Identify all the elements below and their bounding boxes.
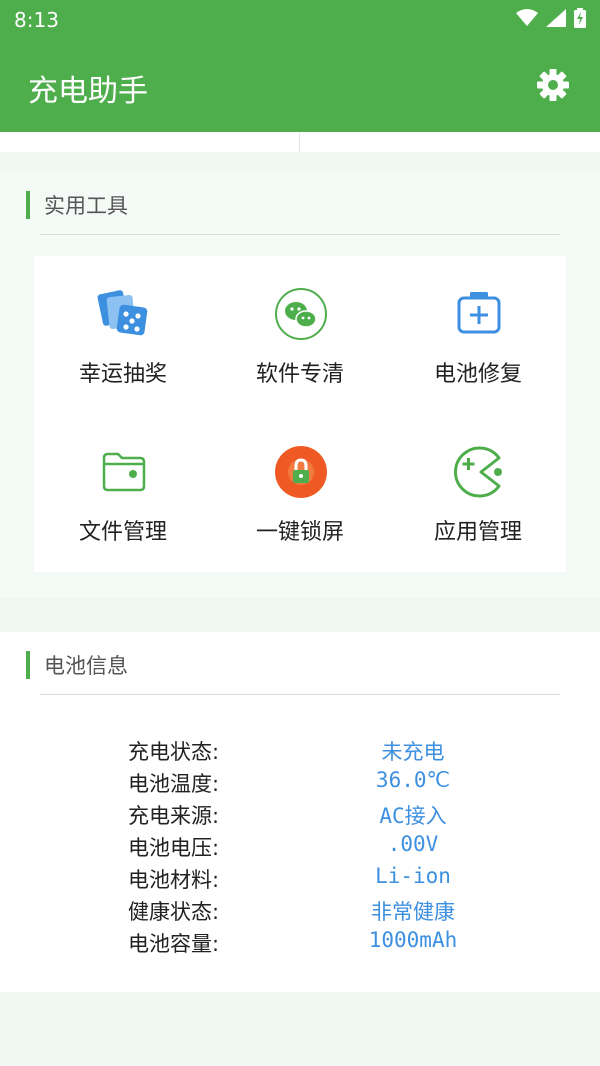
battery-charging-icon [574,8,586,28]
lock-icon [275,446,327,498]
tool-label: 电池修复 [433,362,522,387]
battery-info-card: 电池信息 充电状态: 未充电 电池温度: 36.0℃ 充电来源: AC接入 电池… [0,632,600,992]
info-value: 1000mAh [368,928,458,952]
section-divider [40,694,560,695]
signal-icon [546,9,566,27]
wifi-icon [516,9,538,26]
tool-label: 幸运抽奖 [78,362,167,387]
info-value: 未充电 [381,740,445,764]
status-bar: 8:13 [0,0,600,40]
section-accent-bar [26,651,30,679]
tool-app-manager[interactable]: 应用管理 [389,414,567,545]
tool-label: 软件专清 [255,362,344,387]
info-value: AC接入 [379,804,447,828]
info-row-charge-state: 充电状态: 未充电 [0,736,600,768]
dice-cards-icon [97,290,148,336]
info-row-health: 健康状态: 非常健康 [0,896,600,928]
section-divider [40,234,560,235]
pacman-icon [454,446,502,498]
battery-section-header: 电池信息 [26,650,128,680]
info-key: 电池电压: [128,836,220,860]
info-row-capacity: 电池容量: 1000mAh [0,928,600,960]
top-strip [0,132,600,152]
tools-card: 实用工具 幸运抽奖 软件专清 电池修复 文件管理 一键锁屏 应用管理 [0,172,600,598]
strip-divider [299,132,300,152]
tools-grid: 幸运抽奖 软件专清 电池修复 文件管理 一键锁屏 应用管理 [34,256,566,572]
tools-section-header: 实用工具 [26,190,128,220]
status-time: 8:13 [14,8,59,32]
tool-lock-screen[interactable]: 一键锁屏 [211,414,389,545]
info-row-material: 电池材料: Li-ion [0,864,600,896]
app-title: 充电助手 [28,74,148,109]
tool-lucky-draw[interactable]: 幸运抽奖 [34,256,212,387]
app-bar: 充电助手 [0,40,600,132]
tool-file-manager[interactable]: 文件管理 [34,414,212,545]
info-value: 36.0℃ [375,768,451,792]
info-key: 健康状态: [128,900,220,924]
info-row-charge-source: 充电来源: AC接入 [0,800,600,832]
info-row-voltage: 电池电压: .00V [0,832,600,864]
tool-battery-repair[interactable]: 电池修复 [389,256,567,387]
info-value: 非常健康 [371,900,455,924]
tool-app-clean[interactable]: 软件专清 [211,256,389,387]
info-key: 充电来源: [128,804,220,828]
tool-label: 应用管理 [433,520,522,545]
info-key: 电池容量: [128,932,220,956]
info-value: .00V [387,832,439,856]
wechat-icon [275,288,327,340]
tool-label: 文件管理 [78,520,167,545]
info-key: 电池温度: [128,772,220,796]
info-value: Li-ion [375,864,451,888]
battery-section-title: 电池信息 [44,654,128,678]
section-accent-bar [26,191,30,219]
gear-icon [537,69,569,101]
info-row-temperature: 电池温度: 36.0℃ [0,768,600,800]
status-icons [516,8,586,28]
folder-icon [102,452,146,492]
info-key: 电池材料: [128,868,220,892]
battery-plus-icon [457,292,501,334]
settings-button[interactable] [536,68,570,102]
info-key: 充电状态: [128,740,220,764]
tools-section-title: 实用工具 [44,194,128,218]
battery-info-list: 充电状态: 未充电 电池温度: 36.0℃ 充电来源: AC接入 电池电压: .… [0,736,600,960]
tool-label: 一键锁屏 [255,520,344,545]
